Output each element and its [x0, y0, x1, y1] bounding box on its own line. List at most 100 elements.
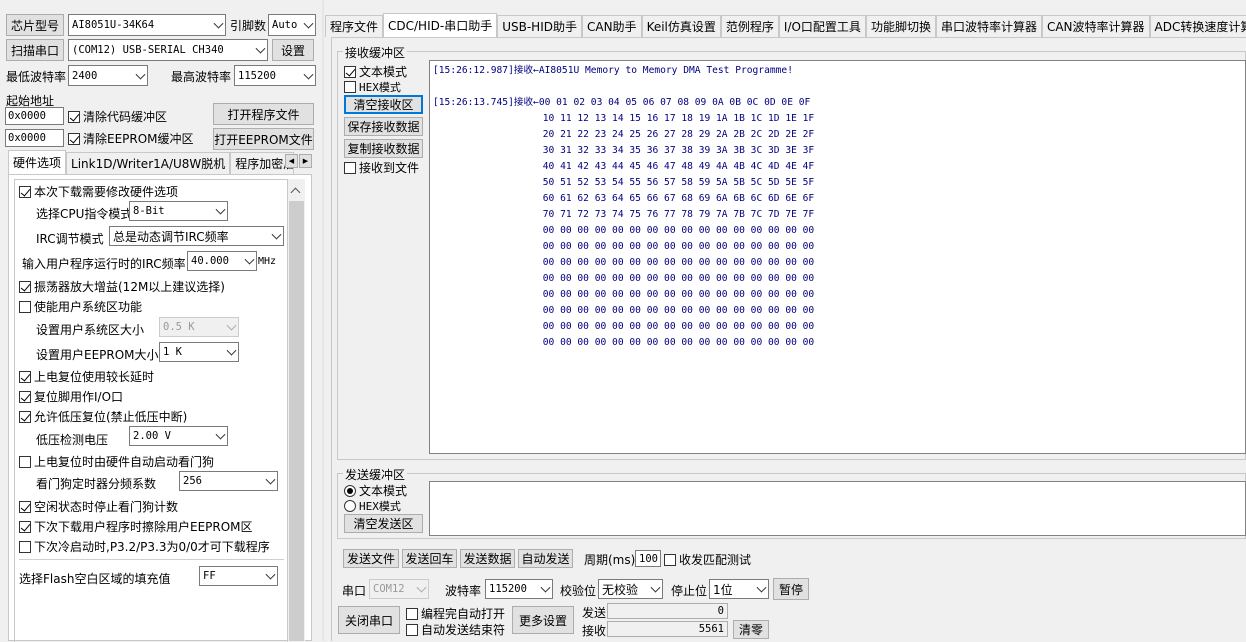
close-port-button[interactable]: 关闭串口 — [338, 606, 400, 634]
low-volt-value: 2.00 V — [133, 430, 171, 442]
receive-to-file-checkbox[interactable]: 接收到文件 — [344, 159, 419, 176]
tab-scroll-left-icon[interactable]: ◀ — [285, 154, 298, 168]
port-select-bottom[interactable]: COM12 — [369, 579, 429, 599]
receive-text-area[interactable]: [15:26:12.987]接收←AI8051U Memory to Memor… — [429, 60, 1246, 454]
power-reset-checkbox[interactable]: 上电复位使用较长延时 — [19, 368, 154, 385]
erase-eeprom-checkbox[interactable]: 下次下载用户程序时擦除用户EEPROM区 — [19, 518, 253, 535]
tab-keil-sim[interactable]: Keil仿真设置 — [641, 15, 721, 37]
user-sys-size-select[interactable]: 0.5 K — [159, 317, 239, 337]
clear-count-button[interactable]: 清零 — [733, 620, 769, 639]
send-text-area[interactable] — [429, 481, 1246, 536]
checkbox-icon — [344, 81, 356, 93]
cpu-mode-select[interactable]: 8-Bit — [129, 201, 228, 221]
send-enter-button[interactable]: 发送回车 — [402, 549, 457, 568]
irc-mode-select[interactable]: 总是动态调节IRC频率 — [109, 226, 284, 246]
receive-line: 00 00 00 00 00 00 00 00 00 00 00 00 00 0… — [433, 241, 815, 252]
scan-port-button[interactable]: 扫描串口 — [6, 39, 64, 61]
tab-hardware-options[interactable]: 硬件选项 — [8, 150, 67, 174]
chevron-down-icon — [265, 569, 276, 580]
user-sys-size-label: 设置用户系统区大小 — [36, 323, 145, 337]
match-test-label: 收发匹配测试 — [679, 553, 752, 567]
wdt-divider-select[interactable]: 256 — [179, 471, 278, 491]
checkbox-icon — [19, 185, 31, 198]
receive-line: 50 51 52 53 54 55 56 57 58 59 5A 5B 5C 5… — [433, 177, 815, 188]
recv-text-mode-label: 文本模式 — [359, 65, 408, 79]
irc-freq-select[interactable]: 40.000 — [187, 251, 257, 271]
tab-scroll-right-icon[interactable]: ▶ — [299, 154, 312, 168]
send-text-mode-radio[interactable]: 文本模式 — [344, 482, 407, 499]
checkbox-icon — [406, 623, 418, 636]
idle-wdt-checkbox[interactable]: 空闲状态时停止看门狗计数 — [19, 498, 178, 515]
modify-hw-checkbox[interactable]: 本次下载需要修改硬件选项 — [19, 183, 178, 200]
reset-pin-io-checkbox[interactable]: 复位脚用作I/O口 — [19, 388, 123, 405]
pause-button[interactable]: 暂停 — [773, 578, 809, 600]
more-settings-button[interactable]: 更多设置 — [512, 606, 574, 634]
hardware-scrollbar[interactable] — [288, 179, 305, 641]
scroll-up-icon[interactable] — [290, 187, 301, 198]
chevron-down-icon — [650, 582, 661, 593]
clear-send-button[interactable]: 清空发送区 — [344, 514, 423, 533]
eeprom-address-input[interactable]: 0x0000 — [5, 129, 64, 147]
tab-uart-baud-calc[interactable]: 串口波特率计算器 — [935, 15, 1042, 37]
save-receive-button[interactable]: 保存接收数据 — [344, 117, 423, 136]
tab-usb-hid[interactable]: USB-HID助手 — [497, 15, 582, 37]
recv-text-mode-checkbox[interactable]: 文本模式 — [344, 63, 407, 80]
clear-receive-button[interactable]: 清空接收区 — [344, 95, 423, 114]
tab-offline-writer[interactable]: Link1D/Writer1A/U8W脱机 — [66, 152, 231, 174]
baud-select[interactable]: 115200 — [485, 579, 553, 599]
receive-line: 00 00 00 00 00 00 00 00 00 00 00 00 00 0… — [433, 321, 815, 332]
chevron-down-icon — [303, 69, 314, 80]
scroll-thumb[interactable] — [289, 201, 304, 641]
tab-can-baud-calc[interactable]: CAN波特率计算器 — [1041, 15, 1150, 37]
recv-hex-mode-checkbox[interactable]: HEX模式 — [344, 79, 401, 95]
wdt-auto-checkbox[interactable]: 上电复位时由硬件自动启动看门狗 — [19, 453, 214, 470]
auto-send-end-checkbox[interactable]: 自动发送结束符 — [406, 621, 505, 638]
cold-boot-checkbox[interactable]: 下次冷启动时,P3.2/P3.3为0/0才可下载程序 — [19, 538, 270, 555]
tab-can-assistant[interactable]: CAN助手 — [581, 15, 642, 37]
tab-adc-speed-calc[interactable]: ADC转换速度计算器 — [1149, 15, 1246, 37]
irc-mode-value: 总是动态调节IRC频率 — [113, 229, 229, 244]
eeprom-size-select[interactable]: 1 K — [159, 342, 239, 362]
port-select[interactable]: (COM12) USB-SERIAL CH340 — [68, 39, 268, 61]
hardware-options-panel: 本次下载需要修改硬件选项 选择CPU指令模式 8-Bit IRC调节模式 总是动… — [8, 174, 312, 642]
auto-open-checkbox[interactable]: 编程完自动打开 — [406, 605, 505, 622]
period-input[interactable]: 100 — [635, 550, 661, 567]
send-data-button[interactable]: 发送数据 — [460, 549, 515, 568]
clear-code-buffer-checkbox[interactable]: 清除代码缓冲区 — [68, 108, 167, 125]
pin-count-select[interactable]: Auto — [268, 14, 316, 36]
auto-open-label: 编程完自动打开 — [421, 607, 506, 621]
stop-bits-select[interactable]: 1位 — [709, 579, 769, 599]
send-hex-mode-label: HEX模式 — [359, 500, 401, 513]
rx-count-value: 5561 — [607, 621, 728, 637]
clear-eeprom-buffer-checkbox[interactable]: 清除EEPROM缓冲区 — [68, 130, 194, 147]
flash-fill-select[interactable]: FF — [199, 566, 278, 586]
open-program-file-button[interactable]: 打开程序文件 — [213, 103, 314, 125]
receive-line: 00 00 00 00 00 00 00 00 00 00 00 00 00 0… — [433, 225, 815, 236]
low-volt-select[interactable]: 2.00 V — [129, 426, 228, 446]
open-eeprom-file-button[interactable]: 打开EEPROM文件 — [213, 128, 314, 150]
tab-examples[interactable]: 范例程序 — [720, 15, 779, 37]
low-volt-reset-checkbox[interactable]: 允许低压复位(禁止低压中断) — [19, 408, 187, 425]
irc-freq-label: 输入用户程序运行时的IRC频率 — [22, 257, 186, 271]
tab-pin-switch[interactable]: 功能脚切换 — [865, 15, 936, 37]
tab-io-config[interactable]: I/O口配置工具 — [778, 15, 866, 37]
copy-receive-button[interactable]: 复制接收数据 — [344, 139, 423, 158]
match-test-checkbox[interactable]: 收发匹配测试 — [664, 551, 751, 568]
checkbox-icon — [19, 370, 31, 383]
tab-cdc-hid-serial[interactable]: CDC/HID-串口助手 — [383, 13, 498, 37]
user-sys-enable-checkbox[interactable]: 使能用户系统区功能 — [19, 298, 142, 315]
osc-gain-checkbox[interactable]: 振荡器放大增益(12M以上建议选择) — [19, 278, 225, 295]
chip-model-select[interactable]: AI8051U-34K64 — [68, 14, 226, 36]
send-hex-mode-radio[interactable]: HEX模式 — [344, 498, 401, 514]
auto-send-button[interactable]: 自动发送 — [518, 549, 573, 568]
tab-program-file[interactable]: 程序文件 — [325, 15, 384, 37]
settings-button[interactable]: 设置 — [272, 39, 314, 61]
receive-line: 00 00 00 00 00 00 00 00 00 00 00 00 00 0… — [433, 273, 815, 284]
receive-line: 00 00 00 00 00 00 00 00 00 00 00 00 00 0… — [433, 305, 815, 316]
send-file-button[interactable]: 发送文件 — [343, 549, 399, 568]
start-address-input[interactable]: 0x0000 — [5, 107, 64, 125]
max-baud-select[interactable]: 115200 — [234, 65, 316, 86]
parity-select[interactable]: 无校验 — [598, 579, 663, 599]
min-baud-select[interactable]: 2400 — [68, 65, 148, 86]
receive-line: 00 00 00 00 00 00 00 00 00 00 00 00 00 0… — [433, 289, 815, 300]
